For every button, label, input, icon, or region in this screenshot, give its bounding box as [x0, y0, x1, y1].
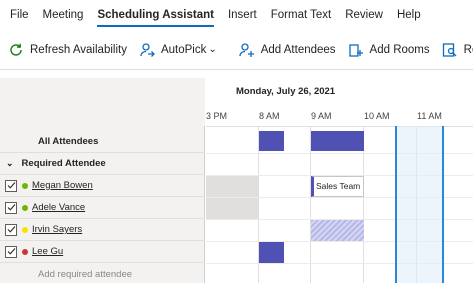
attendee-row: Irvin Sayers — [0, 219, 205, 241]
add-rooms-button[interactable]: Add Rooms — [348, 42, 430, 58]
refresh-availability-label: Refresh Availability — [30, 43, 127, 56]
refresh-icon — [10, 43, 22, 56]
presence-dot-icon — [22, 204, 28, 211]
room-finder-icon — [442, 42, 457, 57]
all-attendees-label: All Attendees — [38, 136, 99, 147]
time-label: 11 AM — [417, 111, 442, 121]
time-label: 8 AM — [259, 111, 280, 121]
scheduling-grid: All Attendees ⌄ Required Attendee Megan … — [0, 78, 473, 283]
tab-file[interactable]: File — [10, 0, 29, 30]
add-rooms-label: Add Rooms — [369, 43, 430, 56]
tab-format-text[interactable]: Format Text — [271, 0, 332, 30]
presence-dot-icon — [22, 248, 28, 255]
attendee-checkbox[interactable] — [5, 223, 17, 236]
tab-scheduling-assistant[interactable]: Scheduling Assistant — [97, 0, 214, 30]
attendee-name[interactable]: Lee Gu — [32, 246, 63, 257]
tab-help[interactable]: Help — [397, 0, 421, 30]
attendee-name[interactable]: Megan Bowen — [32, 180, 93, 191]
refresh-availability-button[interactable]: Refresh Availability — [8, 42, 127, 58]
presence-dot-icon — [22, 226, 28, 233]
add-attendees-button[interactable]: Add Attendees — [239, 42, 336, 58]
add-attendee-input[interactable]: Add required attendee — [38, 269, 132, 280]
tab-meeting[interactable]: Meeting — [43, 0, 84, 30]
autopick-icon — [140, 42, 155, 57]
busy-block — [259, 131, 284, 151]
attendee-checkbox[interactable] — [5, 245, 17, 258]
time-label: 9 AM — [311, 111, 332, 121]
add-attendee-icon — [239, 42, 254, 57]
attendee-name[interactable]: Adele Vance — [32, 202, 85, 213]
tab-review[interactable]: Review — [345, 0, 383, 30]
required-attendee-group[interactable]: ⌄ Required Attendee — [0, 153, 205, 175]
room-finder-label: Ro — [463, 43, 473, 56]
checkmark-icon — [7, 248, 15, 255]
required-attendee-label: Required Attendee — [21, 158, 106, 169]
attendee-row: Megan Bowen — [0, 175, 205, 197]
timeline: Monday, July 26, 2021 3 PM 8 AM 9 AM 10 … — [206, 78, 473, 283]
attendee-checkbox[interactable] — [5, 201, 17, 214]
meeting-time-selection[interactable] — [395, 126, 444, 283]
add-attendees-label: Add Attendees — [260, 43, 336, 56]
autopick-button[interactable]: AutoPick ⌄ — [139, 42, 217, 58]
attendee-row: Lee Gu — [0, 241, 205, 263]
checkmark-icon — [7, 182, 15, 189]
unavailable-block — [206, 198, 258, 219]
unavailable-block — [206, 176, 258, 197]
ribbon-toolbar: Refresh Availability AutoPick ⌄ Add Atte… — [0, 30, 473, 70]
time-label: 3 PM — [206, 111, 228, 121]
attendee-panel: All Attendees ⌄ Required Attendee Megan … — [0, 78, 205, 283]
meeting-block[interactable]: Sales Team — [311, 176, 364, 197]
chevron-down-icon: ⌄ — [208, 44, 217, 55]
tentative-block — [311, 220, 364, 241]
attendee-checkbox[interactable] — [5, 179, 17, 192]
attendee-name[interactable]: Irvin Sayers — [32, 224, 82, 235]
chevron-down-icon[interactable]: ⌄ — [6, 158, 14, 169]
autopick-label: AutoPick — [160, 43, 207, 56]
checkmark-icon — [7, 226, 15, 233]
presence-dot-icon — [22, 182, 28, 189]
all-attendees-row: All Attendees — [0, 131, 205, 153]
busy-block — [259, 242, 284, 263]
attendee-row: Adele Vance — [0, 197, 205, 219]
time-label: 10 AM — [364, 111, 390, 121]
add-room-icon — [348, 43, 363, 57]
room-finder-button[interactable]: Ro — [442, 42, 473, 58]
checkmark-icon — [7, 204, 15, 211]
add-attendee-row: Add required attendee — [0, 263, 205, 283]
busy-block — [311, 131, 364, 151]
menu-bar: File Meeting Scheduling Assistant Insert… — [0, 0, 473, 30]
attendee-panel-header — [0, 78, 205, 126]
tab-insert[interactable]: Insert — [228, 0, 257, 30]
date-label: Monday, July 26, 2021 — [236, 86, 336, 97]
